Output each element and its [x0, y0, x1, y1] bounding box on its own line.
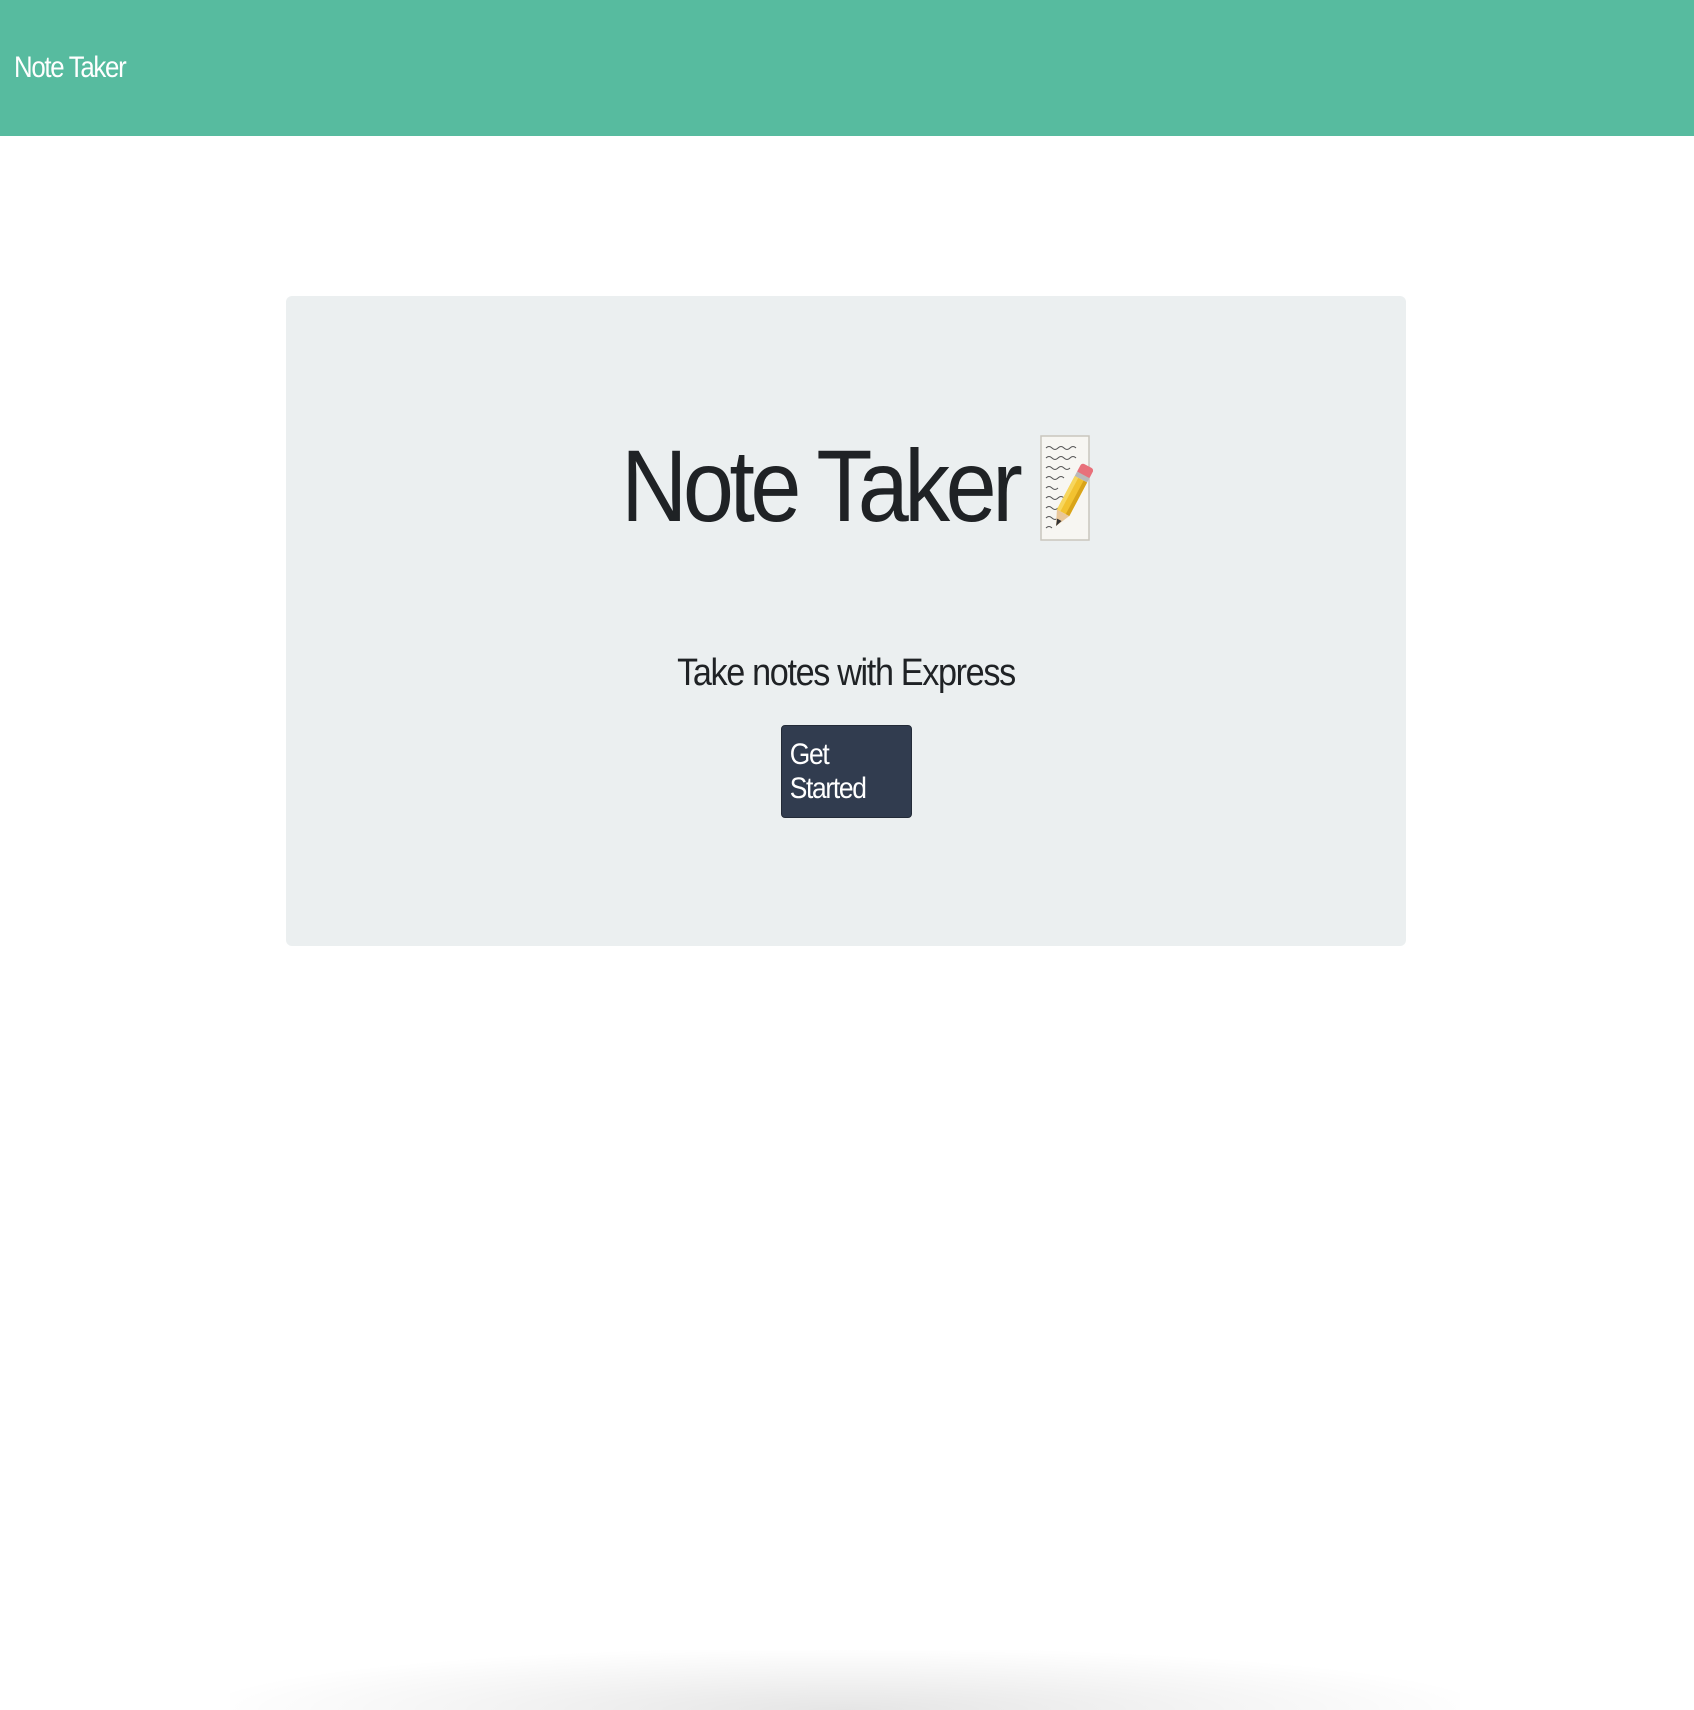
hero-title-row: Note Taker: [286, 428, 1406, 544]
bottom-shadow: [230, 1650, 1460, 1710]
page-title: Note Taker: [621, 429, 1023, 543]
get-started-button-label: Get Started: [789, 737, 867, 805]
memo-icon: [1039, 434, 1093, 542]
navbar: Note Taker: [0, 0, 1694, 136]
jumbotron: Note Taker Take notes with Express Get S…: [286, 296, 1406, 946]
hero-subtitle: Take notes with Express: [677, 652, 1016, 694]
get-started-button[interactable]: Get Started: [781, 725, 912, 818]
navbar-brand-link[interactable]: Note Taker: [14, 51, 127, 85]
